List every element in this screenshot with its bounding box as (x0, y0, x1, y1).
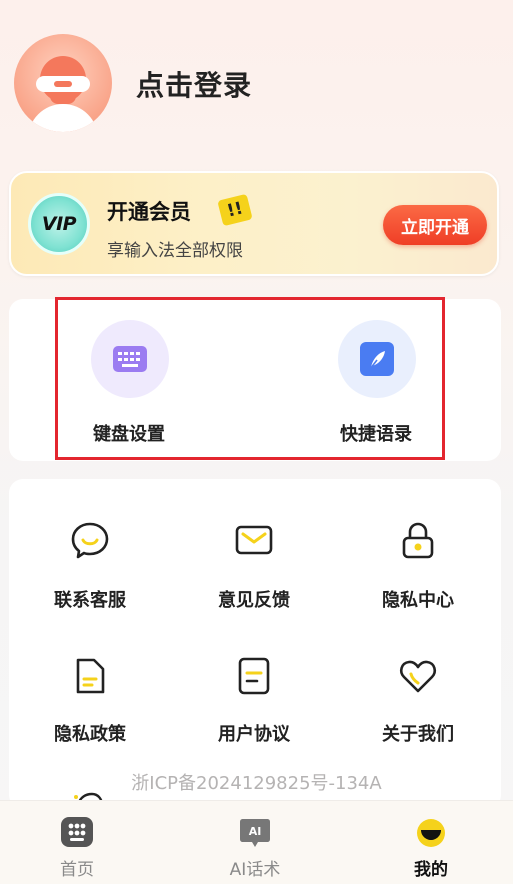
menu-item-about-us[interactable]: 关于我们 (358, 656, 478, 751)
vip-subtitle: 享输入法全部权限 (107, 241, 243, 261)
profile-face-icon (416, 818, 446, 848)
menu-item-label: 用户协议 (218, 724, 290, 745)
highlight-frame (55, 297, 445, 460)
envelope-icon (234, 520, 274, 560)
login-link[interactable]: 点击登录 (136, 64, 252, 104)
vip-badge-icon: VIP (28, 193, 90, 255)
menu-item-feedback[interactable]: 意见反馈 (194, 520, 314, 615)
menu-item-label: 关于我们 (382, 724, 454, 745)
lock-icon (398, 520, 438, 560)
svg-text:AI: AI (249, 825, 262, 838)
tab-home[interactable]: 首页 (27, 815, 127, 880)
avatar[interactable] (14, 34, 112, 132)
menu-item-customer-service[interactable]: 联系客服 (30, 520, 150, 615)
menu-item-label: 意见反馈 (218, 590, 290, 611)
ai-chat-icon: AI (239, 817, 271, 847)
tab-mine[interactable]: 我的 (381, 815, 481, 880)
tab-ai-talk[interactable]: AI AI话术 (205, 815, 305, 880)
menu-item-privacy-policy[interactable]: 隐私政策 (30, 656, 150, 751)
menu-item-label: 联系客服 (54, 590, 126, 611)
heart-icon (398, 656, 438, 696)
tab-label: 首页 (60, 860, 94, 880)
tab-label: 我的 (414, 860, 448, 880)
menu-item-privacy-center[interactable]: 隐私中心 (358, 520, 478, 615)
open-vip-button[interactable]: 立即开通 (383, 205, 487, 245)
tab-label: AI话术 (229, 860, 281, 880)
home-keypad-icon (61, 817, 93, 847)
menu-item-label: 隐私政策 (54, 724, 126, 745)
menu-item-user-agreement[interactable]: 用户协议 (194, 656, 314, 751)
agreement-icon (234, 656, 274, 696)
vip-title: 开通会员 (107, 200, 191, 224)
chat-bubble-icon (70, 520, 110, 560)
menu-item-label: 隐私中心 (382, 590, 454, 611)
document-icon (70, 656, 110, 696)
vip-badge-text: VIP (41, 213, 77, 235)
icp-record-text: 浙ICP备2024129825号-134A (131, 773, 382, 794)
